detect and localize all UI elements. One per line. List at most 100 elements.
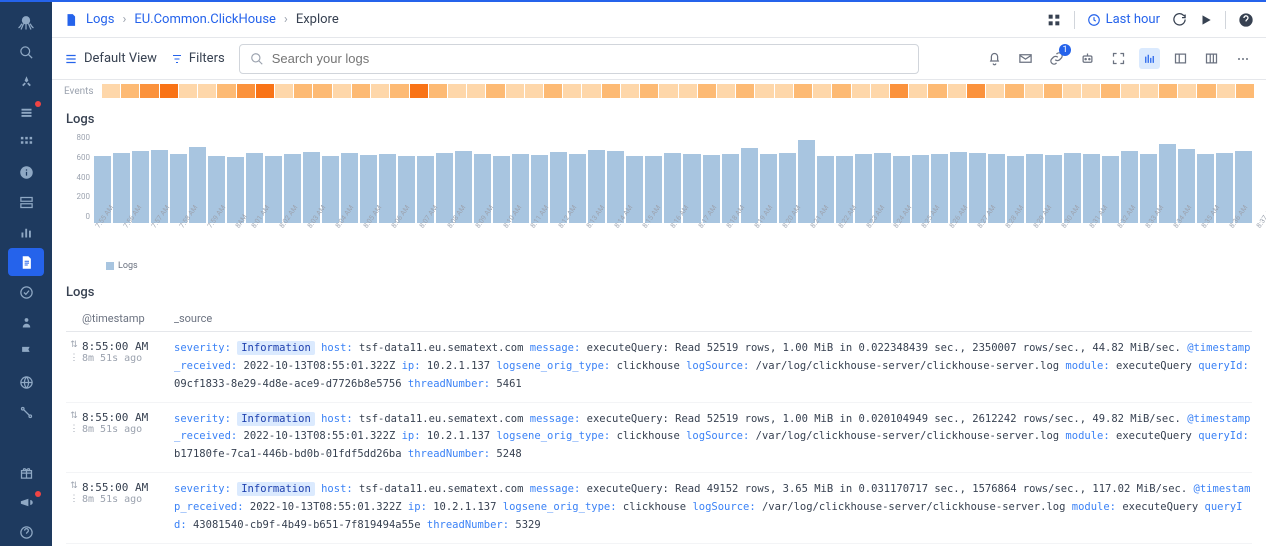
alerts-button[interactable] [984, 48, 1005, 69]
nav-checks[interactable] [8, 278, 44, 306]
heatmap-cell[interactable] [429, 84, 447, 98]
heatmap-cell[interactable] [1121, 84, 1139, 98]
col-timestamp[interactable]: @timestamp [82, 312, 174, 325]
heatmap-cell[interactable] [198, 84, 216, 98]
play-button[interactable] [1199, 13, 1213, 27]
heatmap-cell[interactable] [390, 84, 408, 98]
heatmap-cell[interactable] [102, 84, 120, 98]
heatmap-cell[interactable] [275, 84, 293, 98]
heatmap-cell[interactable] [486, 84, 504, 98]
nav-apps[interactable] [8, 128, 44, 156]
fullscreen-button[interactable] [1108, 48, 1129, 69]
heatmap-cell[interactable] [852, 84, 870, 98]
refresh-button[interactable] [1172, 12, 1187, 27]
heatmap-cell[interactable] [1159, 84, 1177, 98]
nav-flag[interactable] [8, 338, 44, 366]
breadcrumb-app[interactable]: EU.Common.ClickHouse [134, 12, 276, 27]
nav-gift[interactable] [8, 458, 44, 486]
apps-grid-icon[interactable] [1046, 12, 1062, 28]
log-row[interactable]: ⇅⋮8:55:00 AM8m 51s agoseverity: Informat… [66, 332, 1252, 403]
events-heatmap[interactable] [102, 84, 1254, 98]
col-source[interactable]: _source [174, 312, 1252, 325]
heatmap-cell[interactable] [640, 84, 658, 98]
link-button[interactable]: 1 [1046, 48, 1067, 69]
heatmap-cell[interactable] [1236, 84, 1254, 98]
heatmap-cell[interactable] [1005, 84, 1023, 98]
heatmap-cell[interactable] [1217, 84, 1235, 98]
nav-help[interactable] [8, 518, 44, 546]
heatmap-cell[interactable] [525, 84, 543, 98]
heatmap-cell[interactable] [698, 84, 716, 98]
expand-handle[interactable]: ⇅⋮ [66, 340, 82, 394]
heatmap-cell[interactable] [928, 84, 946, 98]
heatmap-cell[interactable] [986, 84, 1004, 98]
heatmap-cell[interactable] [544, 84, 562, 98]
breadcrumb-logs[interactable]: Logs [86, 12, 114, 27]
log-row[interactable]: ⇅⋮8:55:00 AM8m 51s agoseverity: Informat… [66, 403, 1252, 474]
search-input[interactable] [272, 51, 908, 66]
heatmap-cell[interactable] [506, 84, 524, 98]
filters-button[interactable]: Filters [171, 51, 225, 66]
mail-button[interactable] [1015, 48, 1036, 69]
nav-fleet[interactable] [8, 98, 44, 126]
heatmap-cell[interactable] [563, 84, 581, 98]
nav-logs[interactable] [8, 248, 44, 276]
heatmap-cell[interactable] [967, 84, 985, 98]
columns-button[interactable] [1201, 48, 1222, 69]
heatmap-cell[interactable] [352, 84, 370, 98]
heatmap-cell[interactable] [679, 84, 697, 98]
heatmap-cell[interactable] [1082, 84, 1100, 98]
heatmap-cell[interactable] [1178, 84, 1196, 98]
heatmap-cell[interactable] [948, 84, 966, 98]
heatmap-cell[interactable] [256, 84, 274, 98]
expand-handle[interactable]: ⇅⋮ [66, 481, 82, 535]
search-box[interactable] [239, 44, 919, 74]
heatmap-cell[interactable] [1140, 84, 1158, 98]
heatmap-cell[interactable] [294, 84, 312, 98]
timerange-picker[interactable]: Last hour [1087, 12, 1160, 27]
heatmap-cell[interactable] [832, 84, 850, 98]
heatmap-cell[interactable] [794, 84, 812, 98]
nav-announce[interactable] [8, 488, 44, 516]
expand-handle[interactable]: ⇅⋮ [66, 411, 82, 465]
heatmap-cell[interactable] [621, 84, 639, 98]
heatmap-cell[interactable] [333, 84, 351, 98]
nav-globe[interactable] [8, 368, 44, 396]
heatmap-cell[interactable] [909, 84, 927, 98]
heatmap-cell[interactable] [448, 84, 466, 98]
heatmap-cell[interactable] [237, 84, 255, 98]
log-row[interactable]: ⇅⋮8:55:00 AM8m 51s agoseverity: Informat… [66, 473, 1252, 544]
nav-metrics[interactable] [8, 218, 44, 246]
heatmap-cell[interactable] [313, 84, 331, 98]
heatmap-cell[interactable] [1063, 84, 1081, 98]
bar-view-button[interactable] [1139, 48, 1160, 69]
heatmap-cell[interactable] [1025, 84, 1043, 98]
heatmap-cell[interactable] [659, 84, 677, 98]
heatmap-cell[interactable] [755, 84, 773, 98]
nav-search[interactable] [8, 38, 44, 66]
default-view-button[interactable]: Default View [64, 51, 157, 66]
heatmap-cell[interactable] [582, 84, 600, 98]
heatmap-cell[interactable] [467, 84, 485, 98]
heatmap-cell[interactable] [1101, 84, 1119, 98]
more-button[interactable] [1232, 48, 1254, 70]
heatmap-cell[interactable] [602, 84, 620, 98]
heatmap-cell[interactable] [775, 84, 793, 98]
nav-connect[interactable] [8, 398, 44, 426]
nav-info[interactable] [8, 158, 44, 186]
heatmap-cell[interactable] [890, 84, 908, 98]
heatmap-cell[interactable] [717, 84, 735, 98]
panel-button[interactable] [1170, 48, 1191, 69]
heatmap-cell[interactable] [140, 84, 158, 98]
nav-logo[interactable] [8, 8, 44, 36]
heatmap-cell[interactable] [217, 84, 235, 98]
heatmap-cell[interactable] [1197, 84, 1215, 98]
heatmap-cell[interactable] [121, 84, 139, 98]
heatmap-cell[interactable] [410, 84, 428, 98]
heatmap-cell[interactable] [813, 84, 831, 98]
heatmap-cell[interactable] [871, 84, 889, 98]
heatmap-cell[interactable] [371, 84, 389, 98]
heatmap-cell[interactable] [1044, 84, 1062, 98]
nav-infra[interactable] [8, 188, 44, 216]
nav-experience[interactable] [8, 308, 44, 336]
